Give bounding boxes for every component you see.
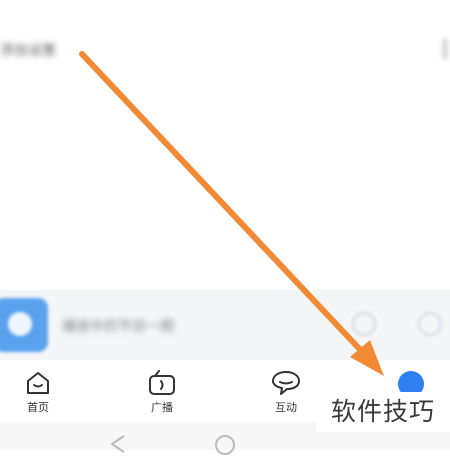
nav-home-icon[interactable] (214, 434, 236, 456)
radio-icon (149, 370, 175, 395)
content-area: 添加设置 (0, 0, 450, 290)
playlist-button[interactable] (418, 312, 442, 336)
tab-home[interactable]: 首页 (8, 370, 68, 420)
tab-interact-label: 互动 (275, 402, 297, 414)
player-thumbnail-icon (8, 312, 32, 336)
chat-bubble-icon (272, 371, 300, 395)
tab-interact[interactable]: 互动 (256, 370, 316, 420)
player-title: 播放中的节目一期 (62, 318, 174, 332)
home-icon (27, 372, 49, 394)
header-right-icon[interactable] (442, 38, 448, 60)
header-title[interactable]: 添加设置 (0, 40, 80, 58)
tab-radio[interactable]: 广播 (132, 370, 192, 420)
nav-back-icon[interactable] (108, 434, 128, 454)
watermark-text: 软件技巧 (316, 392, 450, 432)
tab-home-label: 首页 (27, 402, 49, 414)
mini-player[interactable]: 播放中的节目一期 (0, 290, 450, 360)
play-button[interactable] (352, 312, 376, 336)
player-thumbnail[interactable] (0, 298, 48, 352)
tab-radio-label: 广播 (151, 402, 173, 414)
